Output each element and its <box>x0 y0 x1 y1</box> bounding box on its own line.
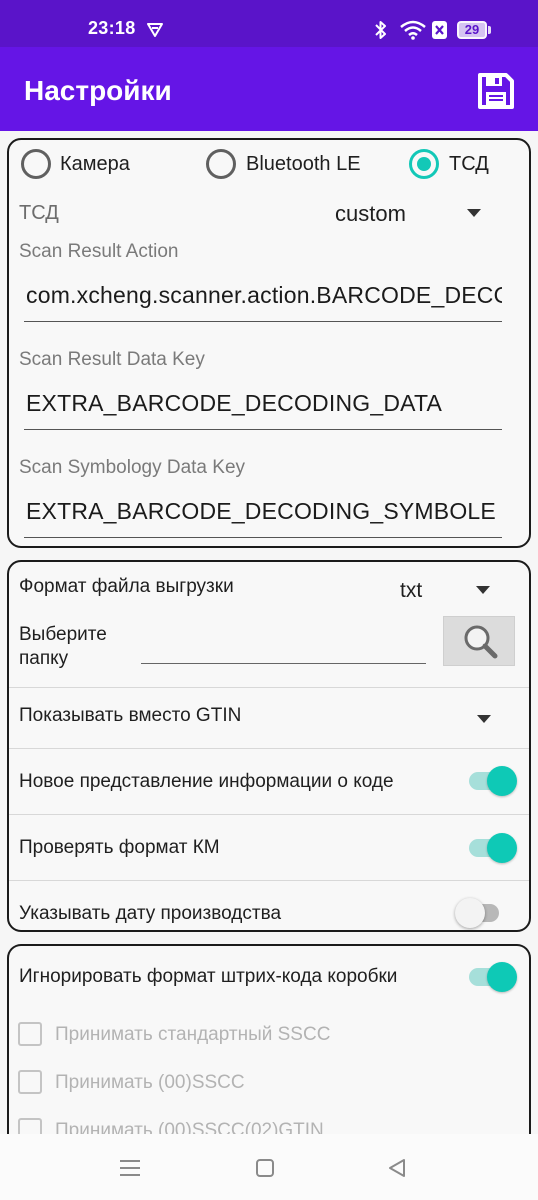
new-code-info-row[interactable]: Новое представление информации о коде <box>9 749 529 814</box>
app-bar: Настройки <box>0 47 538 131</box>
new-code-info-label: Новое представление информации о коде <box>19 771 394 792</box>
chevron-down-icon <box>477 715 491 723</box>
export-format-label: Формат файла выгрузки <box>19 576 234 597</box>
scan-data-key-input[interactable]: EXTRA_BARCODE_DECODING_DATA <box>24 380 502 430</box>
export-settings-card: Формат файла выгрузки txt Выберите папку… <box>7 560 531 932</box>
status-bar: 23:18 29 <box>0 0 538 47</box>
status-time: 23:18 <box>88 18 136 38</box>
radio-bluetooth-label: Bluetooth LE <box>246 153 361 175</box>
check-km-format-row[interactable]: Проверять формат КМ <box>9 815 529 880</box>
scan-result-action-input[interactable]: com.xcheng.scanner.action.BARCODE_DECODI… <box>24 272 502 322</box>
export-format-value: txt <box>400 579 423 602</box>
bluetooth-icon <box>375 21 386 39</box>
show-instead-gtin-label: Показывать вместо GTIN <box>19 705 242 726</box>
device-dropdown[interactable]: custom <box>329 196 489 232</box>
check-km-format-switch[interactable] <box>467 831 517 865</box>
folder-search-button[interactable] <box>443 616 515 666</box>
radio-camera[interactable] <box>21 149 51 179</box>
production-date-label: Указывать дату производства <box>19 903 282 924</box>
chevron-down-icon <box>476 586 490 594</box>
scanner-settings-card: Камера Bluetooth LE ТСД ТСД custom Scan … <box>7 138 531 548</box>
box-barcode-card: Игнорировать формат штрих-кода коробки П… <box>7 944 531 1144</box>
accept-00-sscc-label: Принимать (00)SSCC <box>55 1072 245 1093</box>
scan-symbology-key-input[interactable]: EXTRA_BARCODE_DECODING_SYMBOLE <box>24 488 502 538</box>
scan-data-key-label: Scan Result Data Key <box>19 349 205 370</box>
radio-option-tsd[interactable]: ТСД <box>409 146 519 182</box>
device-dropdown-value: custom <box>335 201 406 226</box>
radio-bluetooth[interactable] <box>206 149 236 179</box>
production-date-switch[interactable] <box>455 896 505 930</box>
production-date-row[interactable]: Указывать дату производства <box>9 881 529 930</box>
home-icon[interactable] <box>255 1158 275 1178</box>
accept-standard-sscc-label: Принимать стандартный SSCC <box>55 1024 331 1045</box>
new-code-info-switch[interactable] <box>467 764 517 798</box>
export-format-dropdown[interactable]: txt <box>394 572 504 608</box>
radio-option-bluetooth[interactable]: Bluetooth LE <box>206 146 381 182</box>
folder-label-line2: папку <box>19 648 69 669</box>
device-label: ТСД <box>19 202 59 224</box>
ignore-box-format-row[interactable]: Игнорировать формат штрих-кода коробки <box>9 956 529 1002</box>
check-km-format-label: Проверять формат КМ <box>19 837 220 858</box>
search-icon <box>464 625 498 659</box>
menu-icon[interactable] <box>118 1158 142 1178</box>
show-instead-gtin-row[interactable]: Показывать вместо GTIN <box>9 688 529 748</box>
scan-symbology-key-label: Scan Symbology Data Key <box>19 457 246 478</box>
save-icon[interactable] <box>476 71 516 111</box>
radio-tsd[interactable] <box>409 149 439 179</box>
radio-tsd-label: ТСД <box>449 153 489 175</box>
battery-level: 29 <box>464 22 480 37</box>
radio-camera-label: Камера <box>60 153 130 175</box>
accept-00-sscc-checkbox[interactable] <box>18 1070 42 1094</box>
battery-tip <box>488 26 491 34</box>
radio-option-camera[interactable]: Камера <box>21 146 171 182</box>
ignore-box-format-switch[interactable] <box>467 960 517 994</box>
vpn-icon <box>147 23 163 37</box>
wifi-icon <box>400 20 426 40</box>
accept-standard-sscc-checkbox[interactable] <box>18 1022 42 1046</box>
ignore-box-format-label: Игнорировать формат штрих-кода коробки <box>19 966 398 987</box>
navigation-bar <box>0 1134 538 1200</box>
accept-00-sscc-row[interactable]: Принимать (00)SSCC <box>9 1064 529 1102</box>
folder-label-line1: Выберите <box>19 624 107 645</box>
folder-path-input[interactable] <box>141 632 426 664</box>
scan-result-action-label: Scan Result Action <box>19 241 179 262</box>
back-icon[interactable] <box>386 1157 408 1179</box>
accept-standard-sscc-row[interactable]: Принимать стандартный SSCC <box>9 1016 529 1054</box>
battery-icon: 29 <box>457 21 487 39</box>
chevron-down-icon <box>467 209 481 217</box>
notification-x-icon <box>432 21 447 39</box>
page-title: Настройки <box>24 75 172 106</box>
